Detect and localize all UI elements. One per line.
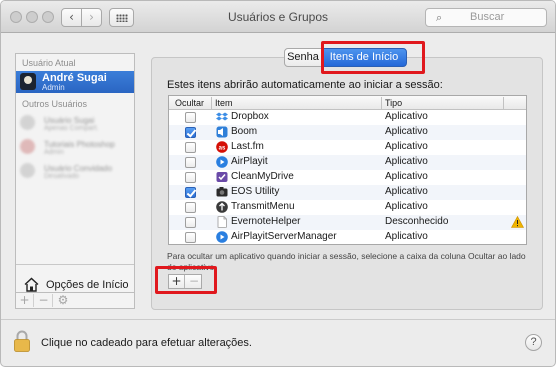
- avatar: [20, 73, 36, 90]
- item-type: Aplicativo: [385, 186, 428, 197]
- item-type: Aplicativo: [385, 156, 428, 167]
- house-icon: [24, 277, 39, 292]
- airplayit-icon: [216, 156, 228, 168]
- item-name: Dropbox: [231, 111, 269, 122]
- sidebar-item-user[interactable]: Usuário Sugai Apenas Compart.: [20, 112, 132, 134]
- login-items-intro: Estes itens abrirão automaticamente ao i…: [167, 79, 443, 91]
- item-name: EOS Utility: [231, 186, 280, 197]
- item-name: AirPlayit: [231, 156, 268, 167]
- search-field[interactable]: ⌕ Buscar: [425, 8, 547, 27]
- item-name: CleanMyDrive: [231, 171, 294, 182]
- hide-checkbox[interactable]: [185, 112, 196, 123]
- highlight-tab-annotation: [321, 41, 425, 74]
- item-type: Desconhecido: [385, 216, 449, 227]
- dropbox-icon: [216, 112, 228, 121]
- lock-icon[interactable]: [14, 330, 30, 352]
- highlight-add-remove-annotation: [155, 266, 217, 294]
- users-groups-window: ‹ › Usuários e Grupos ⌕ Buscar Usuário A…: [0, 0, 556, 367]
- column-type[interactable]: Tipo: [385, 98, 402, 108]
- user-list-sidebar: Usuário Atual André Sugai Admin Outros U…: [15, 53, 135, 293]
- boom-icon: [216, 126, 228, 138]
- gear-icon[interactable]: ⚙: [54, 294, 72, 307]
- avatar: [20, 139, 35, 154]
- item-name: TransmitMenu: [231, 201, 295, 212]
- item-type: Aplicativo: [385, 141, 428, 152]
- cleanmydrive-icon: [216, 172, 228, 182]
- add-user-button[interactable]: +: [16, 294, 34, 307]
- item-type: Aplicativo: [385, 231, 428, 242]
- column-separator: [503, 97, 504, 109]
- table-row[interactable]: CleanMyDrive Aplicativo: [169, 170, 526, 185]
- sidebar-toolbar: + − ⚙: [15, 293, 135, 309]
- login-items-table: Ocultar Item Tipo Dropbox Aplicativo Boo…: [168, 95, 527, 245]
- table-row[interactable]: EvernoteHelper Desconhecido: [169, 215, 526, 230]
- evernotehelper-icon: [217, 216, 227, 228]
- hide-checkbox[interactable]: [185, 187, 196, 198]
- hide-checkbox[interactable]: [185, 157, 196, 168]
- sidebar-item-current-user[interactable]: André Sugai Admin: [16, 71, 134, 93]
- user-role: Desativado: [44, 173, 80, 180]
- item-type: Aplicativo: [385, 126, 428, 137]
- current-user-header: Usuário Atual: [22, 58, 76, 68]
- transmitmenu-icon: [216, 201, 228, 213]
- warning-icon: [511, 216, 524, 228]
- user-role: Admin: [44, 149, 64, 156]
- eos-utility-icon: [216, 187, 228, 197]
- column-item[interactable]: Item: [215, 98, 233, 108]
- item-name: Boom: [231, 126, 258, 137]
- table-row[interactable]: Dropbox Aplicativo: [169, 110, 526, 125]
- hide-instructions-note: Para ocultar um aplicativo quando inicia…: [167, 251, 526, 272]
- sidebar-divider: [16, 264, 134, 265]
- item-name: Last.fm: [231, 141, 264, 152]
- svg-text:as: as: [219, 145, 226, 151]
- user-role: Apenas Compart.: [44, 125, 99, 132]
- current-user-role: Admin: [42, 83, 65, 92]
- table-row[interactable]: AirPlayitServerManager Aplicativo: [169, 230, 526, 244]
- search-placeholder: Buscar: [470, 11, 505, 23]
- user-name: Usuário Convidado: [44, 164, 113, 173]
- table-row[interactable]: EOS Utility Aplicativo: [169, 185, 526, 200]
- lock-instruction: Clique no cadeado para efetuar alteraçõe…: [41, 337, 252, 349]
- search-icon: ⌕: [436, 11, 443, 24]
- user-name: Usuário Sugai: [44, 116, 95, 125]
- table-row[interactable]: TransmitMenu Aplicativo: [169, 200, 526, 215]
- remove-user-button[interactable]: −: [35, 294, 53, 307]
- other-users-header: Outros Usuários: [22, 99, 88, 109]
- table-row[interactable]: AirPlayit Aplicativo: [169, 155, 526, 170]
- hide-checkbox[interactable]: [185, 217, 196, 228]
- hide-checkbox[interactable]: [185, 202, 196, 213]
- item-name: AirPlayitServerManager: [231, 231, 337, 242]
- column-separator: [211, 97, 212, 109]
- hide-checkbox[interactable]: [185, 142, 196, 153]
- hide-checkbox[interactable]: [185, 232, 196, 243]
- login-options-label: Opções de Início: [46, 279, 129, 291]
- user-name: Tutoriais Photoshop: [44, 140, 115, 149]
- login-options-item[interactable]: Opções de Início: [24, 277, 132, 293]
- title-bar: ‹ › Usuários e Grupos ⌕ Buscar: [1, 1, 555, 33]
- lastfm-icon: as: [216, 141, 228, 153]
- item-type: Aplicativo: [385, 171, 428, 182]
- column-hide[interactable]: Ocultar: [175, 98, 204, 108]
- airplayitservermanager-icon: [216, 231, 228, 243]
- sidebar-item-user[interactable]: Usuário Convidado Desativado: [20, 160, 132, 182]
- table-row[interactable]: as Last.fm Aplicativo: [169, 140, 526, 155]
- item-type: Aplicativo: [385, 201, 428, 212]
- sidebar-item-user[interactable]: Tutoriais Photoshop Admin: [20, 136, 132, 158]
- footer-divider: [1, 319, 555, 320]
- table-header: Ocultar Item Tipo: [169, 96, 526, 110]
- avatar: [20, 163, 35, 178]
- hide-checkbox[interactable]: [185, 172, 196, 183]
- tab-password[interactable]: Senha: [284, 48, 322, 67]
- column-separator: [381, 97, 382, 109]
- table-row[interactable]: Boom Aplicativo: [169, 125, 526, 140]
- hide-checkbox[interactable]: [185, 127, 196, 138]
- item-type: Aplicativo: [385, 111, 428, 122]
- avatar: [20, 115, 35, 130]
- item-name: EvernoteHelper: [231, 216, 301, 227]
- help-button[interactable]: ?: [525, 334, 542, 351]
